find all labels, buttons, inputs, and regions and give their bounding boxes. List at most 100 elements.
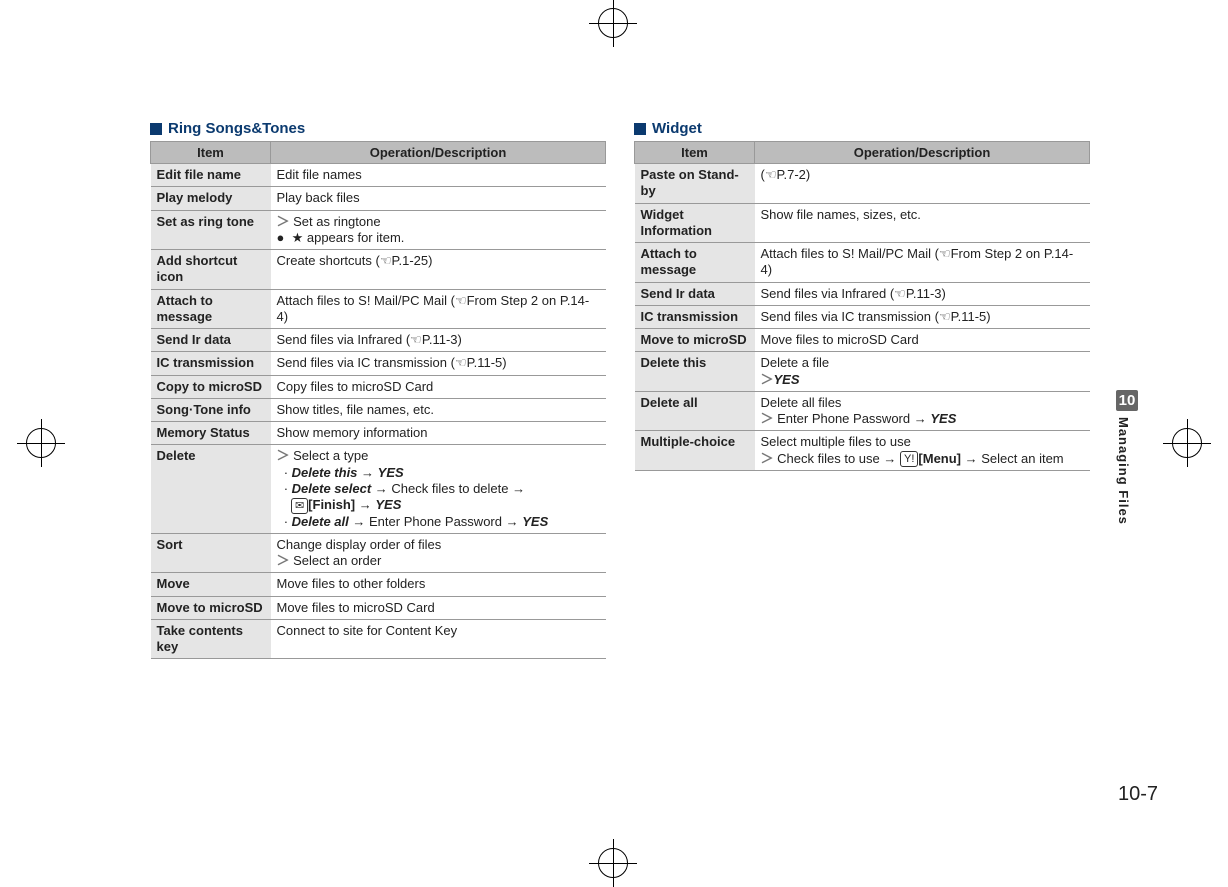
item-cell: Memory Status <box>151 422 271 445</box>
table-row: Edit file name Edit file names <box>151 164 606 187</box>
table-row: Take contents key Connect to site for Co… <box>151 619 606 659</box>
widget-table: Item Operation/Description Paste on Stan… <box>634 141 1090 471</box>
op-text: ★ appears for item. <box>292 230 405 245</box>
arrow-icon: → <box>914 411 927 426</box>
item-cell: Paste on Stand-by <box>635 164 755 204</box>
item-cell: Add shortcut icon <box>151 250 271 290</box>
op-text: Check files to delete <box>391 481 508 496</box>
registration-mark-icon <box>598 8 628 38</box>
menu-label: [Menu] <box>918 451 961 466</box>
item-cell: Send Ir data <box>635 282 755 305</box>
table-row: Paste on Stand-by (☞P.7-2) <box>635 164 1090 204</box>
arrow-icon: → <box>883 451 896 466</box>
section-title-text: Ring Songs&Tones <box>168 120 305 137</box>
op-text: Enter Phone Password <box>777 411 910 426</box>
op-cell: Delete all files ＞ Enter Phone Password … <box>755 391 1090 431</box>
op-text: Select an order <box>293 553 381 568</box>
opt-label: Delete all <box>292 514 349 529</box>
chevron-icon: ＞ <box>277 448 290 463</box>
op-cell: Attach files to S! Mail/PC Mail (☞From S… <box>271 289 606 329</box>
op-text: ) <box>284 309 288 324</box>
table-row: Delete all Delete all files ＞ Enter Phon… <box>635 391 1090 431</box>
ring-table: Item Operation/Description Edit file nam… <box>150 141 606 659</box>
table-row: IC transmission Send files via IC transm… <box>635 305 1090 328</box>
op-text: Attach files to S! Mail/PC Mail ( <box>277 293 455 308</box>
op-cell: Edit file names <box>271 164 606 187</box>
table-row: Move Move files to other folders <box>151 573 606 596</box>
section-title-text: Widget <box>652 120 702 137</box>
pointing-hand-icon: ☞ <box>380 253 392 269</box>
op-ref: P.11-3 <box>906 286 942 301</box>
table-row: Move to microSD Move files to microSD Ca… <box>151 596 606 619</box>
yes-label: YES <box>375 497 401 512</box>
op-text: Delete all files <box>761 395 842 410</box>
table-row: Send Ir data Send files via Infrared (☞P… <box>635 282 1090 305</box>
op-text: Select multiple files to use <box>761 434 911 449</box>
item-cell: Play melody <box>151 187 271 210</box>
item-cell: IC transmission <box>151 352 271 375</box>
op-text: Delete a file <box>761 355 830 370</box>
op-cell: Delete a file ＞YES <box>755 352 1090 392</box>
arrow-icon: → <box>375 481 388 496</box>
table-row: Attach to message Attach files to S! Mai… <box>151 289 606 329</box>
op-text: Send files via Infrared ( <box>277 332 411 347</box>
chevron-icon: ＞ <box>277 214 290 229</box>
op-text: Check files to use <box>777 451 880 466</box>
table-row: Play melody Play back files <box>151 187 606 210</box>
item-cell: Copy to microSD <box>151 375 271 398</box>
pointing-hand-icon: ☞ <box>455 293 467 309</box>
pointing-hand-icon: ☞ <box>939 309 951 325</box>
op-text: ) <box>428 253 432 268</box>
chapter-label: Managing Files <box>1116 417 1131 525</box>
yes-label: YES <box>378 465 404 480</box>
op-ref: P.11-5 <box>951 309 987 324</box>
table-row: Delete ＞ Select a type · Delete this → Y… <box>151 445 606 534</box>
bullet-icon: ● <box>277 230 288 245</box>
header-op: Operation/Description <box>755 142 1090 164</box>
table-row: Sort Change display order of files ＞ Sel… <box>151 533 606 573</box>
item-cell: Attach to message <box>635 243 755 283</box>
mail-key-icon: ✉ <box>291 498 308 514</box>
op-cell: Show titles, file names, etc. <box>271 398 606 421</box>
op-cell: Show memory information <box>271 422 606 445</box>
square-bullet-icon <box>634 123 646 135</box>
op-ref: P.11-5 <box>467 355 503 370</box>
op-cell: ＞ Set as ringtone ● ★ appears for item. <box>271 210 606 250</box>
item-cell: Send Ir data <box>151 329 271 352</box>
table-row: Delete this Delete a file ＞YES <box>635 352 1090 392</box>
table-row: Widget Information Show file names, size… <box>635 203 1090 243</box>
op-text: Create shortcuts ( <box>277 253 380 268</box>
table-row: Song·Tone info Show titles, file names, … <box>151 398 606 421</box>
registration-mark-icon <box>1172 428 1202 458</box>
item-cell: IC transmission <box>635 305 755 328</box>
op-text: ) <box>502 355 506 370</box>
op-text: Enter Phone Password <box>369 514 502 529</box>
op-text: ) <box>806 167 810 182</box>
op-cell: Change display order of files ＞ Select a… <box>271 533 606 573</box>
op-cell: Move files to microSD Card <box>271 596 606 619</box>
opt-label: Delete this <box>292 465 358 480</box>
section-title-ring: Ring Songs&Tones <box>150 120 606 137</box>
pointing-hand-icon: ☞ <box>410 332 422 348</box>
item-cell: Widget Information <box>635 203 755 243</box>
op-cell: Send files via Infrared (☞P.11-3) <box>755 282 1090 305</box>
yes-label: YES <box>774 372 800 387</box>
arrow-icon: → <box>359 497 372 512</box>
table-header-row: Item Operation/Description <box>151 142 606 164</box>
table-row: Move to microSD Move files to microSD Ca… <box>635 329 1090 352</box>
item-cell: Delete <box>151 445 271 534</box>
left-column: Ring Songs&Tones Item Operation/Descript… <box>150 120 606 659</box>
op-cell: Play back files <box>271 187 606 210</box>
item-cell: Edit file name <box>151 164 271 187</box>
item-cell: Take contents key <box>151 619 271 659</box>
table-row: Set as ring tone ＞ Set as ringtone ● ★ a… <box>151 210 606 250</box>
chevron-icon: ＞ <box>761 372 774 387</box>
op-cell: Show file names, sizes, etc. <box>755 203 1090 243</box>
arrow-icon: → <box>506 514 519 529</box>
item-cell: Move to microSD <box>151 596 271 619</box>
item-cell: Attach to message <box>151 289 271 329</box>
header-op: Operation/Description <box>271 142 606 164</box>
op-text: Send files via Infrared ( <box>761 286 895 301</box>
op-ref: P.11-3 <box>422 332 458 347</box>
item-cell: Sort <box>151 533 271 573</box>
